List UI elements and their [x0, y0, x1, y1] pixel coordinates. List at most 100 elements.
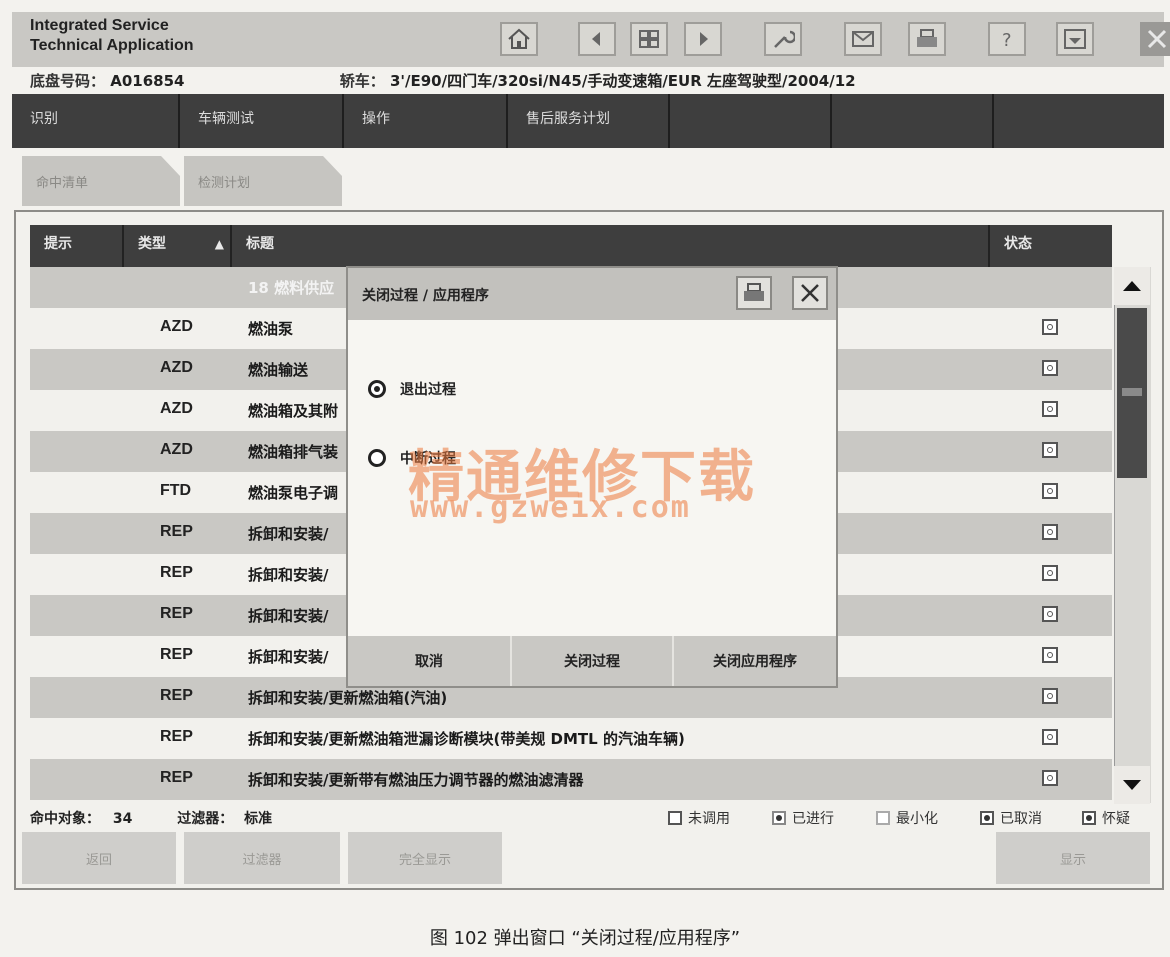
tab-service-plan[interactable]: 售后服务计划: [508, 94, 670, 148]
legend-done: 已进行: [772, 808, 834, 828]
header-title[interactable]: 标题: [232, 225, 990, 267]
header-type-label: 类型: [138, 236, 166, 252]
row-type: REP: [160, 646, 193, 663]
header-type[interactable]: 类型 ▲: [124, 225, 232, 267]
tab-operation[interactable]: 操作: [344, 94, 508, 148]
table-row[interactable]: REP 拆卸和安装/更新燃油箱泄漏诊断模块(带美规 DMTL 的汽油车辆): [30, 718, 1112, 759]
radio-exit-process[interactable]: [368, 380, 386, 398]
tab-empty-2[interactable]: [832, 94, 994, 148]
row-type: AZD: [160, 441, 193, 458]
hits-count: 34: [112, 811, 133, 827]
row-type: AZD: [160, 400, 193, 417]
status-not-called-icon: [1042, 688, 1058, 704]
app-title-line2: Technical Application: [30, 37, 194, 54]
row-title: 燃油泵: [248, 320, 294, 338]
arrow-down-icon: [1123, 780, 1141, 790]
status-not-called-icon: [1042, 401, 1058, 417]
close-icon: [1147, 29, 1167, 49]
row-title: 燃油泵电子调: [248, 484, 339, 502]
status-not-called-icon: [1042, 729, 1058, 745]
back-button[interactable]: [578, 22, 616, 56]
legend-cancelled: 已取消: [980, 808, 1042, 828]
home-icon: [508, 28, 530, 49]
tab-empty-1[interactable]: [670, 94, 832, 148]
subtab-test-plan[interactable]: 检测计划: [184, 156, 342, 206]
app-title-line1: Integrated Service: [30, 17, 169, 34]
radio-exit-process-label[interactable]: 退出过程: [400, 379, 456, 399]
tab-identification[interactable]: 识别: [12, 94, 180, 148]
tab-empty-3[interactable]: [994, 94, 1164, 148]
watermark-url: www.gzweix.com: [410, 490, 691, 525]
status-not-called-icon: [1042, 524, 1058, 540]
row-type: REP: [160, 687, 193, 704]
download-button[interactable]: [1056, 22, 1094, 56]
app-title: Integrated Service Technical Application: [30, 16, 194, 56]
row-type: REP: [160, 728, 193, 745]
main-nav: 识别 车辆测试 操作 售后服务计划: [12, 94, 1164, 148]
subtab-hit-list[interactable]: 命中清单: [22, 156, 180, 206]
status-not-called-icon: [1042, 319, 1058, 335]
mail-button[interactable]: [844, 22, 882, 56]
row-type: REP: [160, 605, 193, 622]
dialog-print-button[interactable]: [736, 276, 772, 310]
cancel-button[interactable]: 取消: [348, 636, 512, 686]
legend-label: 最小化: [896, 811, 938, 827]
legend-not-called: 未调用: [668, 808, 730, 828]
close-application-button[interactable]: 关闭应用程序: [674, 636, 836, 686]
row-title: 燃油输送: [248, 361, 309, 379]
status-not-called-icon: [1042, 483, 1058, 499]
close-app-button[interactable]: [1140, 22, 1170, 56]
forward-icon: [700, 32, 708, 46]
header-hint[interactable]: 提示: [30, 225, 124, 267]
dialog-close-button[interactable]: [792, 276, 828, 310]
back-list-button[interactable]: 返回: [22, 832, 176, 884]
scroll-grip-icon: [1122, 388, 1142, 396]
back-icon: [592, 32, 600, 46]
row-title: 18 燃料供应: [248, 279, 335, 297]
scroll-up-button[interactable]: [1114, 267, 1150, 305]
filter-label: 过滤器：: [177, 811, 234, 827]
close-icon: [801, 284, 819, 302]
print-button[interactable]: [908, 22, 946, 56]
scroll-down-button[interactable]: [1114, 766, 1150, 804]
dialog-title: 关闭过程 / 应用程序: [362, 288, 489, 304]
vehicle-label: 轿车：: [339, 72, 385, 90]
legend-label: 已取消: [1000, 811, 1042, 827]
close-process-button[interactable]: 关闭过程: [512, 636, 674, 686]
tab-vehicle-test[interactable]: 车辆测试: [180, 94, 344, 148]
status-not-called-icon: [1042, 565, 1058, 581]
row-title: 拆卸和安装/更新燃油箱泄漏诊断模块(带美规 DMTL 的汽油车辆): [248, 730, 685, 748]
row-title: 拆卸和安装/: [248, 648, 329, 666]
row-title: 燃油箱及其附: [248, 402, 339, 420]
row-type: AZD: [160, 359, 193, 376]
header-status[interactable]: 状态: [990, 225, 1112, 267]
download-icon: [1064, 29, 1086, 49]
arrow-up-icon: [1123, 281, 1141, 291]
service-button[interactable]: [764, 22, 802, 56]
row-title: 拆卸和安装/: [248, 566, 329, 584]
status-not-called-icon: [1042, 647, 1058, 663]
figure-caption: 图 102 弹出窗口 “关闭过程/应用程序”: [429, 928, 741, 949]
show-all-button[interactable]: 完全显示: [348, 832, 502, 884]
not-called-icon: [668, 811, 682, 825]
footer-status: 命中对象： 34 过滤器： 标准 未调用 已进行 最小化 已取消 怀疑: [30, 808, 1150, 830]
help-button[interactable]: ?: [988, 22, 1026, 56]
minimized-icon: [876, 811, 890, 825]
filter-button[interactable]: 过滤器: [184, 832, 340, 884]
table-row[interactable]: REP 拆卸和安装/更新带有燃油压力调节器的燃油滤清器: [30, 759, 1112, 800]
row-title: 拆卸和安装/: [248, 607, 329, 625]
mail-icon: [852, 31, 874, 47]
status-not-called-icon: [1042, 606, 1058, 622]
dialog-titlebar: 关闭过程 / 应用程序: [348, 268, 836, 320]
grid-button[interactable]: [630, 22, 668, 56]
radio-interrupt-process[interactable]: [368, 449, 386, 467]
chassis-label: 底盘号码：: [30, 72, 106, 90]
row-type: REP: [160, 564, 193, 581]
suspect-icon: [1082, 811, 1096, 825]
row-title: 拆卸和安装/更新燃油箱(汽油): [248, 689, 448, 707]
row-type: REP: [160, 769, 193, 786]
vehicle-value: 3'/E90/四门车/320si/N45/手动变速箱/EUR 左座驾驶型/200…: [389, 72, 856, 90]
display-button[interactable]: 显示: [996, 832, 1150, 884]
home-button[interactable]: [500, 22, 538, 56]
forward-button[interactable]: [684, 22, 722, 56]
